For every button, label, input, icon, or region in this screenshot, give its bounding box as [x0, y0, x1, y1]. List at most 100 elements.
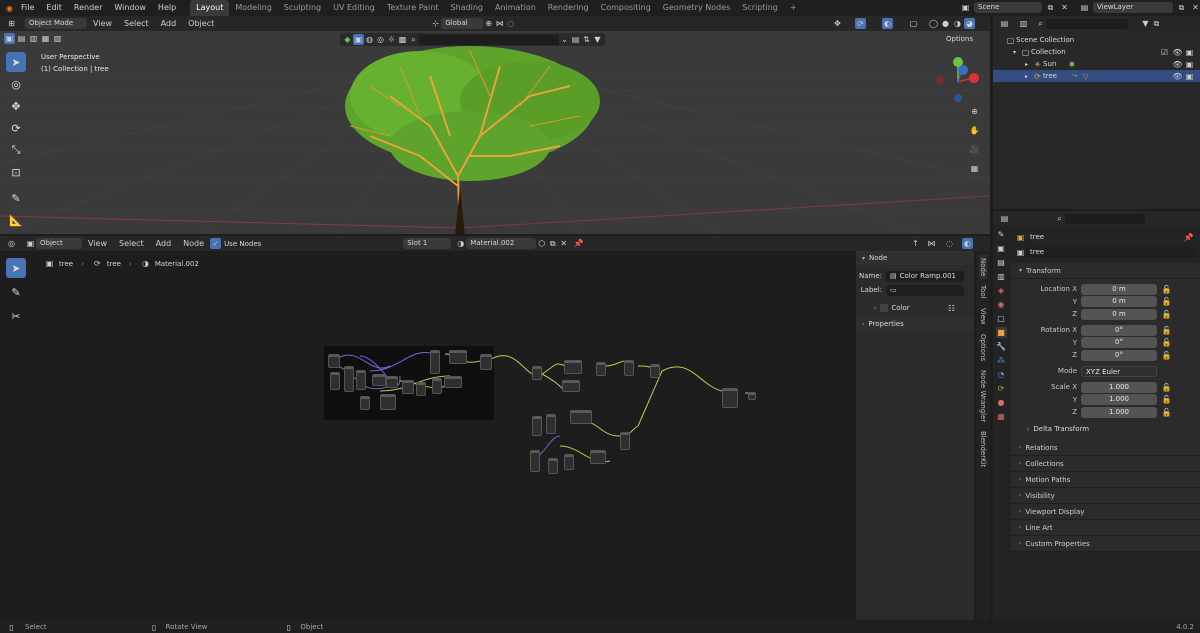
rotation-mode-selector[interactable]: XYZ Euler — [1081, 365, 1157, 377]
texture-tab-icon[interactable]: ▦ — [996, 411, 1007, 422]
location-y-field[interactable]: 0 m — [1081, 296, 1157, 307]
node[interactable] — [532, 366, 542, 380]
fake-user-icon[interactable]: ⬡ — [536, 238, 547, 249]
camera-icon[interactable]: ▣ — [1184, 47, 1195, 58]
constraints-tab-icon[interactable]: ⟳ — [996, 383, 1007, 394]
add-workspace-button[interactable]: + — [784, 0, 803, 16]
outliner-row-collection[interactable]: ▾ ▢ Collection ☑ 👁 ▣ — [993, 46, 1200, 58]
tab-scripting[interactable]: Scripting — [736, 0, 784, 16]
node[interactable] — [432, 378, 442, 394]
lock-icon[interactable]: 🔓 — [1161, 337, 1172, 348]
menu-render[interactable]: Render — [68, 0, 108, 16]
transform-orientation-selector[interactable]: Global — [441, 18, 484, 29]
location-x-field[interactable]: 0 m — [1081, 283, 1157, 295]
lock-icon[interactable]: 🔓 — [1161, 325, 1172, 336]
gizmo-toggle-icon[interactable]: ✥ — [832, 18, 843, 29]
physics-tab-icon[interactable]: ◔ — [996, 369, 1007, 380]
properties-search-input[interactable] — [1065, 213, 1145, 224]
expand-arrow-icon[interactable]: ▸ — [1021, 71, 1032, 82]
node[interactable] — [480, 354, 492, 370]
viewport-menu-object[interactable]: Object — [182, 16, 220, 32]
annotate-tool-icon[interactable]: ✎ — [6, 188, 26, 208]
slot-selector[interactable]: Slot 1 — [403, 238, 452, 249]
node[interactable] — [330, 372, 340, 390]
node-select-tool-icon[interactable]: ➤ — [6, 258, 26, 278]
lock-icon[interactable]: 🔓 — [1161, 382, 1172, 393]
move-tool-icon[interactable]: ✥ — [6, 96, 26, 116]
new-view-layer-icon[interactable]: ⧉ — [1176, 2, 1187, 13]
lock-icon[interactable]: 🔓 — [1161, 296, 1172, 307]
node[interactable] — [360, 396, 370, 410]
tool-tab-icon[interactable]: ✎ — [996, 229, 1007, 240]
delete-scene-icon[interactable]: ✕ — [1059, 2, 1070, 13]
node[interactable] — [590, 450, 606, 464]
tab-rendering[interactable]: Rendering — [542, 0, 595, 16]
tab-node[interactable]: Node — [979, 255, 987, 280]
tab-options[interactable]: Options — [979, 331, 987, 364]
mesh-filter-icon[interactable]: ◍ — [364, 34, 375, 45]
transform-panel-header[interactable]: ▾ Transform — [1011, 263, 1200, 279]
node-annotate-tool-icon[interactable]: ✎ — [6, 282, 26, 302]
tab-animation[interactable]: Animation — [489, 0, 542, 16]
node[interactable] — [532, 416, 542, 436]
viewport-display-panel-header[interactable]: › Viewport Display — [1011, 504, 1200, 520]
outliner-editor-icon[interactable]: ▤ — [999, 18, 1010, 29]
node[interactable] — [449, 350, 467, 364]
navigation-gizmo[interactable] — [932, 56, 984, 108]
tab-shading[interactable]: Shading — [444, 0, 489, 16]
camera-view-icon[interactable]: 🎥 — [969, 144, 980, 155]
rendered-shading-icon[interactable]: ◕ — [964, 18, 975, 29]
snap-node-icon[interactable]: ⋈ — [926, 238, 937, 249]
select-subtract-icon[interactable]: ▥ — [28, 33, 39, 44]
tab-sculpting[interactable]: Sculpting — [278, 0, 327, 16]
node[interactable] — [548, 458, 558, 474]
new-scene-icon[interactable]: ⧉ — [1045, 2, 1056, 13]
outliner-row-tree[interactable]: ▸ ⟳ tree ⤳ ▽ 👁 ▣ — [993, 70, 1200, 82]
rotate-tool-icon[interactable]: ⟳ — [6, 118, 26, 138]
zoom-icon[interactable]: ⊕ — [969, 106, 980, 117]
node[interactable] — [748, 392, 756, 400]
custom-properties-panel-header[interactable]: › Custom Properties — [1011, 536, 1200, 552]
node-editor-type-icon[interactable]: ◎ — [6, 238, 17, 249]
tab-layout[interactable]: Layout — [190, 0, 230, 16]
3d-viewport[interactable]: ⊞ Object Mode View Select Add Object ⊹ G… — [0, 16, 990, 234]
node-menu-add[interactable]: Add — [150, 236, 178, 252]
menu-file[interactable]: File — [15, 0, 40, 16]
render-tab-icon[interactable]: ▣ — [996, 243, 1007, 254]
sort-icon[interactable]: ⇅ — [581, 34, 592, 45]
tree-object[interactable] — [330, 36, 610, 234]
select-tool-icon[interactable]: ➤ — [6, 52, 26, 72]
eye-icon[interactable]: 👁 — [1172, 47, 1183, 58]
tab-geometry-nodes[interactable]: Geometry Nodes — [657, 0, 736, 16]
location-z-field[interactable]: 0 m — [1081, 308, 1157, 320]
motion-paths-panel-header[interactable]: › Motion Paths — [1011, 472, 1200, 488]
view-layer-selector[interactable]: ViewLayer — [1093, 2, 1173, 13]
object-tab-icon[interactable]: ■ — [995, 327, 1007, 338]
parent-node-tree-icon[interactable]: ↑ — [910, 238, 921, 249]
restrict-toggle-icon[interactable]: ▤ — [570, 34, 581, 45]
node-menu-select[interactable]: Select — [113, 236, 150, 252]
lock-icon[interactable]: 🔓 — [1161, 284, 1172, 295]
node[interactable] — [344, 366, 354, 392]
node-editor[interactable]: ◎ ▣ Object View Select Add Node ✓ Use No… — [0, 236, 990, 620]
duplicate-material-icon[interactable]: ⧉ — [547, 238, 558, 249]
xray-icon[interactable]: ▢ — [908, 18, 919, 29]
cursor-tool-icon[interactable]: ◎ — [6, 74, 26, 94]
delete-view-layer-icon[interactable]: ✕ — [1190, 2, 1200, 13]
material-name-field[interactable]: Material.002 — [466, 238, 537, 249]
node[interactable] — [372, 374, 386, 386]
node[interactable] — [444, 376, 462, 388]
node[interactable] — [402, 380, 414, 394]
viewport-menu-add[interactable]: Add — [155, 16, 183, 32]
camera-icon[interactable]: ▣ — [1184, 71, 1195, 82]
ortho-grid-icon[interactable]: ▦ — [969, 163, 980, 174]
node-gizmo-icon[interactable]: ◐ — [962, 238, 973, 249]
lock-icon[interactable]: 🔓 — [1161, 350, 1172, 361]
node[interactable] — [650, 364, 660, 378]
tab-blenderkit[interactable]: BlenderKit — [979, 428, 987, 470]
rotation-x-field[interactable]: 0° — [1081, 324, 1157, 336]
visibility-filter-icon[interactable]: ◆ — [342, 34, 353, 45]
node-name-field[interactable]: ▤ Color Ramp.001 — [886, 270, 964, 282]
camera-filter-icon[interactable]: ▩ — [397, 34, 408, 45]
select-intersect-icon[interactable]: ▧ — [52, 33, 63, 44]
